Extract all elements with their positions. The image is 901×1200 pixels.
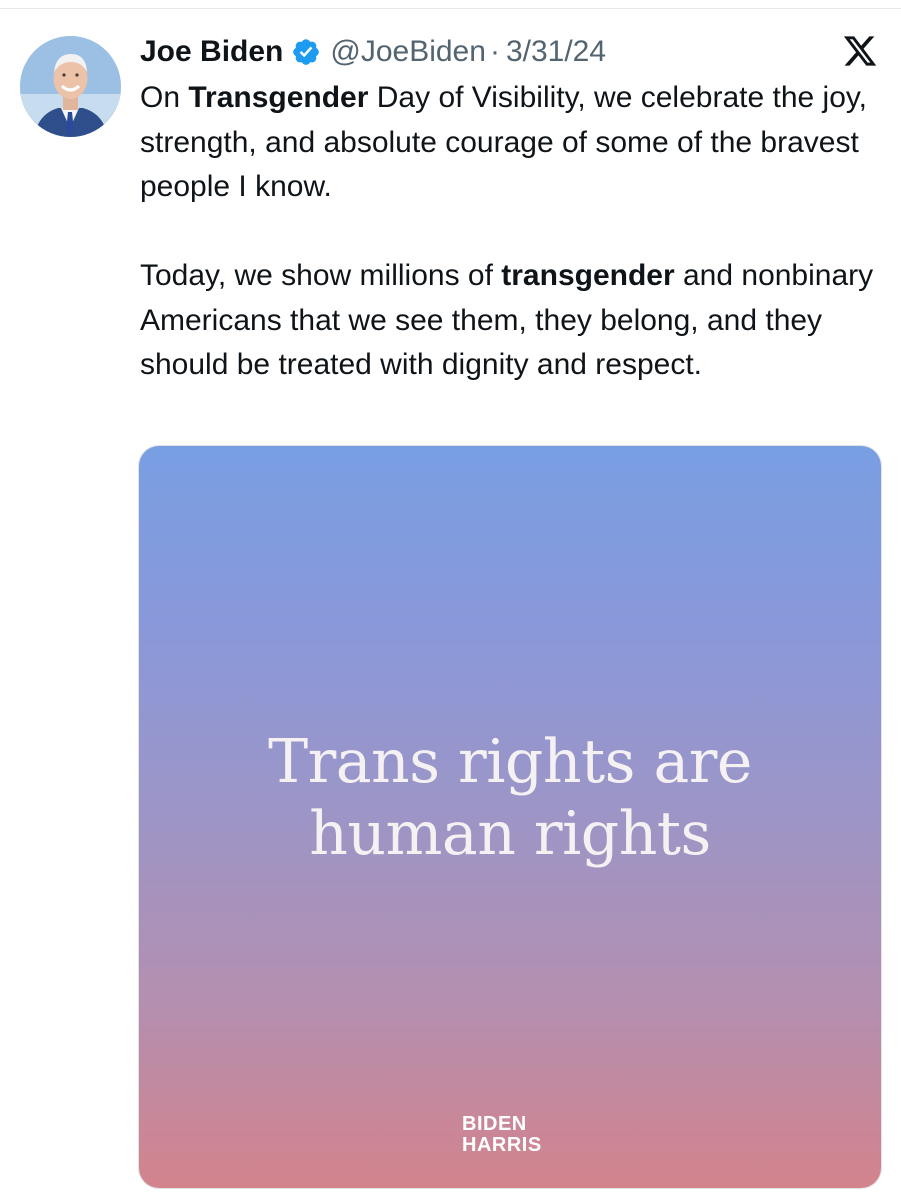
logo-line: BIDEN: [462, 1113, 527, 1135]
avatar-image: [20, 36, 121, 137]
tweet-text-segment: On: [140, 81, 189, 114]
tweet-paragraph: Today, we show millions of transgender a…: [140, 254, 880, 388]
tweet-paragraph: On Transgender Day of Visibility, we cel…: [140, 76, 880, 210]
author-handle[interactable]: @JoeBiden: [330, 35, 486, 69]
biden-harris-logo: BIDEN HARRIS: [462, 1114, 542, 1156]
separator-dot: ·: [489, 35, 500, 68]
x-logo-icon: [842, 33, 878, 69]
media-headline-line: human rights: [309, 799, 711, 869]
avatar[interactable]: [20, 36, 121, 137]
verified-badge-icon: [291, 37, 321, 67]
logo-line: HARRIS: [462, 1134, 542, 1156]
tweet-date[interactable]: 3/31/24: [506, 35, 606, 69]
tweet[interactable]: Joe Biden @JoeBiden · 3/31/24 On Transge…: [0, 0, 901, 1200]
tweet-text-segment: Today, we show millions of: [140, 259, 502, 292]
author-name[interactable]: Joe Biden: [140, 35, 283, 69]
divider: [0, 8, 901, 9]
media-headline-line: Trans rights are: [268, 727, 752, 797]
tweet-media-image[interactable]: Trans rights are human rights BIDEN HARR…: [139, 446, 881, 1188]
tweet-text: On Transgender Day of Visibility, we cel…: [140, 76, 880, 388]
hashtag-highlight: Transgender: [188, 81, 369, 114]
media-headline: Trans rights are human rights: [139, 726, 881, 870]
hashtag-highlight: transgender: [501, 259, 675, 292]
tweet-header: Joe Biden @JoeBiden · 3/31/24: [140, 28, 606, 76]
